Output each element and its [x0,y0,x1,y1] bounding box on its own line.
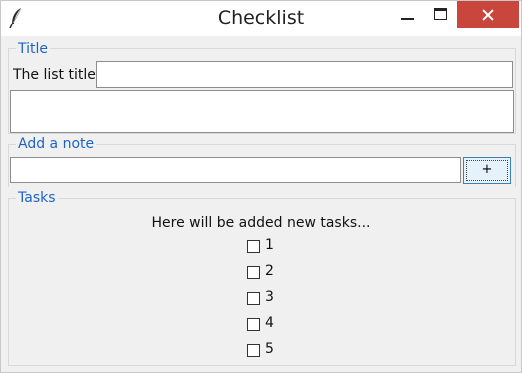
task-label: 4 [265,315,274,331]
minimize-button[interactable] [386,1,429,28]
title-bar[interactable]: Checklist [1,1,521,36]
checkbox[interactable] [247,292,260,305]
add-note-button[interactable]: + [463,157,511,184]
note-legend: Add a note [16,136,97,152]
task-label: 1 [265,237,274,253]
list-text-area[interactable] [10,90,514,133]
list-title-input[interactable] [96,61,513,88]
tasks-legend: Tasks [16,190,58,206]
checkbox[interactable] [247,266,260,279]
note-input[interactable] [10,157,461,183]
list-title-label: The list title: [13,67,101,83]
checklist-window: Checklist Title The list title: Add a no… [0,0,522,373]
tasks-placeholder-text: Here will be added new tasks... [151,215,371,231]
task-label: 5 [265,341,274,357]
task-label: 2 [265,263,274,279]
checkbox[interactable] [247,344,260,357]
maximize-button[interactable] [429,1,457,28]
checkbox[interactable] [247,318,260,331]
checkbox[interactable] [247,240,260,253]
title-legend: Title [16,41,51,57]
task-label: 3 [265,289,274,305]
close-button[interactable] [457,1,519,28]
